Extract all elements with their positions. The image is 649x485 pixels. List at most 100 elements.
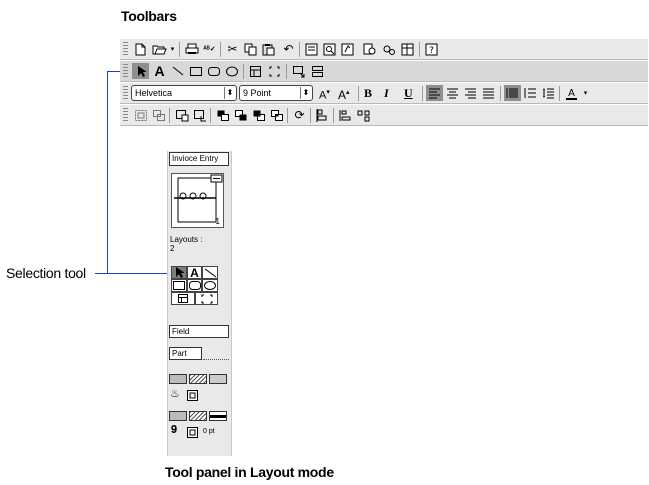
set-alignment-icon[interactable]: [337, 107, 354, 123]
layout-mode-icon[interactable]: [339, 41, 356, 57]
preview-icon[interactable]: [361, 41, 378, 57]
pointer-icon[interactable]: [132, 63, 149, 79]
increase-size-button[interactable]: A▴: [338, 85, 350, 102]
group-icon[interactable]: [132, 107, 149, 123]
size-value: 9 Point: [243, 88, 272, 98]
find-mode-icon[interactable]: [321, 41, 338, 57]
button-tool[interactable]: [195, 292, 218, 305]
oval-icon[interactable]: [223, 63, 240, 79]
updown-arrow-icon: ⬍: [300, 87, 311, 99]
selection-tool-label: Selection tool: [6, 265, 86, 281]
pointer-tool[interactable]: [171, 266, 187, 279]
up-arrow-icon: ▴: [346, 89, 350, 96]
paste-icon[interactable]: [260, 41, 277, 57]
portal-tool[interactable]: [171, 292, 195, 305]
toolbar-grip[interactable]: [123, 86, 128, 100]
rotate-icon[interactable]: ⟳: [291, 107, 308, 123]
standard-toolbar: ▾ ᴬᴮ✓ ✂ ↶ ?: [120, 39, 648, 60]
align-right-icon[interactable]: [462, 85, 479, 101]
part-tool[interactable]: Part: [169, 347, 202, 360]
portal-icon: [178, 293, 188, 303]
bring-forward-icon[interactable]: [232, 107, 249, 123]
text-icon[interactable]: A: [151, 63, 168, 79]
send-backward-icon[interactable]: [250, 107, 267, 123]
field-tool-icon[interactable]: [290, 63, 307, 79]
font-value: Helvetica: [135, 88, 173, 98]
toolbar-grip[interactable]: [123, 64, 128, 78]
font-popup[interactable]: Helvetica ⬍: [131, 85, 237, 101]
decrease-size-button[interactable]: A▾: [319, 85, 330, 102]
italic-button[interactable]: I: [384, 85, 389, 101]
part-tool-icon[interactable]: [309, 63, 326, 79]
pen-color-popup[interactable]: [169, 411, 187, 421]
lock-icon[interactable]: [173, 107, 190, 123]
align-left-icon[interactable]: [426, 85, 443, 101]
rectangle-icon[interactable]: [187, 63, 204, 79]
bold-button[interactable]: B: [364, 85, 372, 101]
line-icon[interactable]: [169, 63, 186, 79]
copy-icon[interactable]: [242, 41, 259, 57]
align-icon[interactable]: [314, 107, 331, 123]
rounded-rectangle-icon[interactable]: [205, 63, 222, 79]
field-label: Field: [172, 327, 190, 336]
unlock-icon[interactable]: [191, 107, 208, 123]
rounded-rectangle-tool[interactable]: [187, 279, 202, 292]
bullet-list-icon[interactable]: [522, 85, 539, 101]
arrange-toolbar: ⟳: [120, 105, 648, 126]
pen-icon[interactable]: 𝟗: [171, 424, 177, 437]
justify-icon[interactable]: [480, 85, 497, 101]
toolbar-grip[interactable]: [123, 42, 128, 56]
dropdown-arrow-icon[interactable]: ▾: [168, 41, 177, 57]
text-tool[interactable]: A: [187, 266, 202, 280]
send-back-icon[interactable]: [268, 107, 285, 123]
callout-line: [95, 273, 169, 274]
single-spacing-icon[interactable]: [504, 85, 521, 101]
svg-text:A: A: [568, 88, 575, 99]
undo-icon[interactable]: ↶: [280, 41, 297, 57]
distribute-icon[interactable]: [355, 107, 372, 123]
fill-effect-popup[interactable]: [209, 374, 227, 384]
transparent-fill-icon[interactable]: [187, 388, 198, 406]
align-center-icon[interactable]: [444, 85, 461, 101]
callout-line: [107, 71, 120, 72]
portal-icon[interactable]: [247, 63, 264, 79]
oval-icon: [204, 280, 216, 290]
scripts-icon[interactable]: [380, 41, 397, 57]
layout-popup[interactable]: Invioce Entry: [169, 152, 229, 166]
cut-icon[interactable]: ✂: [224, 41, 241, 57]
help-icon[interactable]: ?: [423, 41, 440, 57]
size-popup[interactable]: 9 Point ⬍: [239, 85, 313, 101]
fill-pattern-popup[interactable]: [189, 374, 207, 384]
underline-button[interactable]: U: [404, 85, 413, 101]
toolbar-grip[interactable]: [123, 108, 128, 122]
pen-pattern-popup[interactable]: [189, 411, 207, 421]
print-icon[interactable]: [183, 41, 200, 57]
dropdown-arrow-icon[interactable]: ▾: [581, 85, 590, 101]
line-tool[interactable]: [202, 266, 218, 279]
updown-arrow-icon: ⬍: [224, 87, 235, 99]
open-icon[interactable]: [151, 41, 168, 57]
browse-mode-icon[interactable]: [303, 41, 320, 57]
ungroup-icon[interactable]: [150, 107, 167, 123]
rectangle-icon: [173, 280, 185, 290]
fill-color-popup[interactable]: [169, 374, 187, 384]
oval-tool[interactable]: [202, 279, 218, 292]
field-tool[interactable]: Field: [169, 325, 229, 338]
book-icon[interactable]: 1: [171, 173, 224, 228]
line-width-popup[interactable]: [209, 411, 227, 421]
new-document-icon[interactable]: [132, 41, 149, 57]
toolbars-heading: Toolbars: [121, 8, 177, 24]
layouts-label: Layouts :: [170, 235, 203, 244]
bring-front-icon[interactable]: [214, 107, 231, 123]
spelling-icon[interactable]: ᴬᴮ✓: [201, 41, 218, 57]
button-icon[interactable]: [266, 63, 283, 79]
paint-bucket-icon[interactable]: ♨: [170, 387, 180, 400]
button-icon: [201, 294, 212, 303]
define-fields-icon[interactable]: [399, 41, 416, 57]
transparent-pen-icon[interactable]: [187, 425, 198, 443]
text-color-icon[interactable]: A: [563, 85, 580, 101]
double-spacing-icon[interactable]: [540, 85, 557, 101]
rectangle-tool[interactable]: [171, 279, 187, 292]
pointer-icon: [176, 267, 184, 278]
line-icon: [204, 268, 216, 277]
